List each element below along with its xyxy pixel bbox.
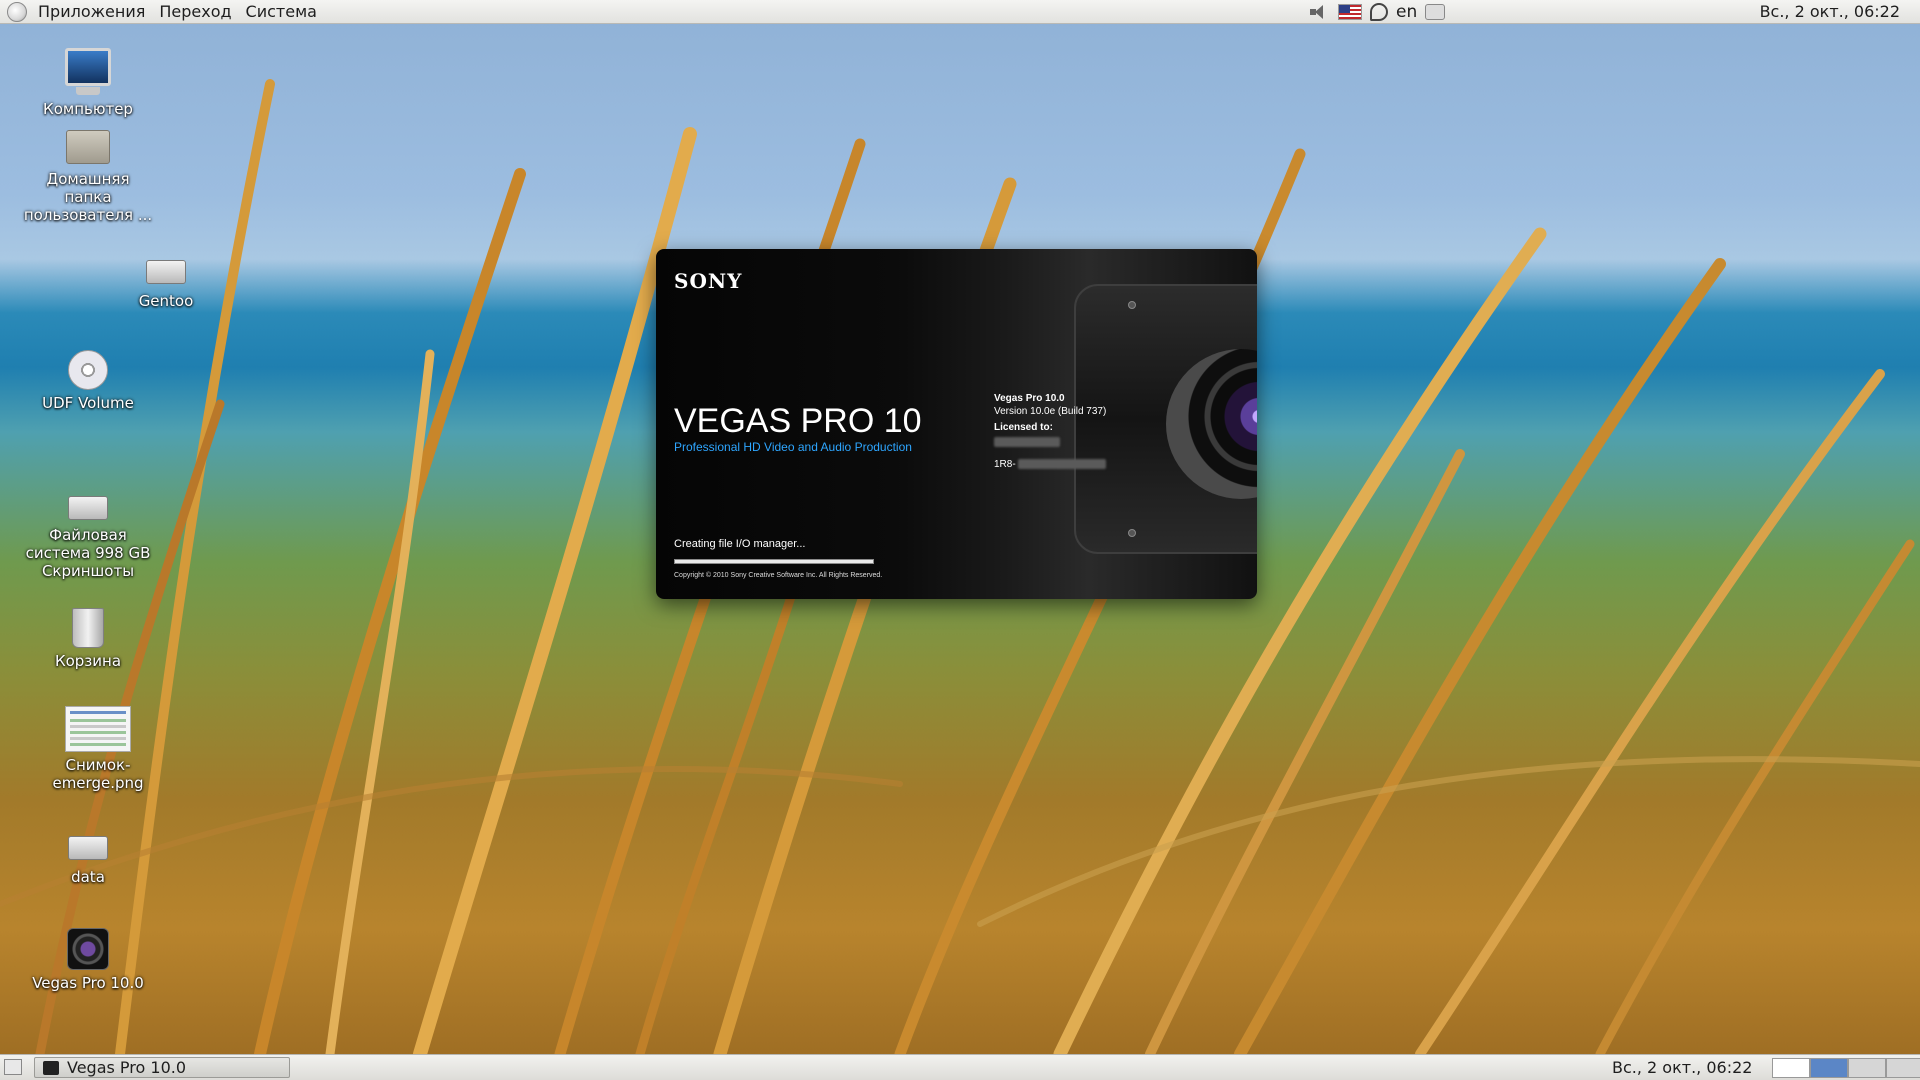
desktop-icon-label: Vegas Pro 10.0 <box>32 974 144 992</box>
desktop-icon-home[interactable]: Домашняя папка пользователя ... <box>8 130 168 224</box>
desktop-icon-label: Компьютер <box>43 100 133 118</box>
menu-places[interactable]: Переход <box>152 2 238 21</box>
drive-icon <box>68 836 108 860</box>
bottom-panel: Vegas Pro 10.0 Вс., 2 окт., 06:22 <box>0 1054 1920 1080</box>
desktop-icon-label: Gentoo <box>138 292 194 310</box>
desktop-icon-vegas[interactable]: Vegas Pro 10.0 <box>8 928 168 992</box>
licensed-label: Licensed to: <box>994 422 1053 433</box>
loading-status: Creating file I/O manager... <box>674 538 806 550</box>
printer-icon[interactable] <box>1425 4 1446 20</box>
info-version: Version 10.0e (Build 737) <box>994 406 1107 417</box>
desktop-icon-gentoo[interactable]: Gentoo <box>86 252 246 310</box>
desktop-icon-screenshot[interactable]: Снимок-emerge.png <box>18 706 178 792</box>
workspace-1[interactable] <box>1772 1058 1810 1078</box>
vegas-splash-screen: SONY VEGAS PRO 10 Professional HD Video … <box>656 249 1257 599</box>
gnome-foot-icon[interactable] <box>7 1 27 22</box>
workspace-4[interactable] <box>1886 1058 1920 1078</box>
taskbar-item-label: Vegas Pro 10.0 <box>67 1058 187 1077</box>
bottom-clock[interactable]: Вс., 2 окт., 06:22 <box>1612 1058 1752 1077</box>
sony-logo: SONY <box>674 269 743 293</box>
desktop-icon-computer[interactable]: Компьютер <box>8 48 168 118</box>
vegas-task-icon <box>43 1060 59 1075</box>
taskbar-item-vegas[interactable]: Vegas Pro 10.0 <box>34 1057 290 1078</box>
desktop-icon-label: Снимок-emerge.png <box>52 756 144 792</box>
show-desktop-icon[interactable] <box>4 1059 22 1075</box>
drive-icon <box>68 496 108 520</box>
desktop-icon-label: UDF Volume <box>42 394 134 412</box>
disc-icon <box>68 350 108 390</box>
desktop-icon-label: Домашняя папка пользователя ... <box>23 170 153 224</box>
loading-progress-fill <box>675 560 873 563</box>
menu-system[interactable]: Система <box>239 2 324 21</box>
drive-icon <box>146 260 186 284</box>
copyright-text: Copyright © 2010 Sony Creative Software … <box>674 572 883 579</box>
top-panel: Приложения Переход Система en Вс., 2 окт… <box>0 0 1920 24</box>
info-title: Vegas Pro 10.0 <box>994 393 1065 404</box>
desktop-icon-trash[interactable]: Корзина <box>8 608 168 670</box>
trash-icon <box>72 608 104 648</box>
license-info: Vegas Pro 10.0 Version 10.0e (Build 737)… <box>994 392 1107 471</box>
us-flag-icon[interactable] <box>1338 4 1362 20</box>
desktop-icon-label: data <box>71 868 105 886</box>
redacted-name <box>994 437 1060 448</box>
vegas-icon <box>67 928 109 970</box>
home-folder-icon <box>66 130 110 164</box>
menu-applications[interactable]: Приложения <box>31 2 152 21</box>
top-clock[interactable]: Вс., 2 окт., 06:22 <box>1760 2 1900 21</box>
desktop-icon-label: Корзина <box>54 652 122 670</box>
keyboard-layout-icon[interactable] <box>1370 3 1388 21</box>
workspace-2[interactable] <box>1810 1058 1848 1078</box>
computer-icon <box>65 48 111 95</box>
speaker-icon[interactable] <box>1308 3 1330 21</box>
redacted-serial <box>1018 459 1107 470</box>
serial-prefix: 1R8- <box>994 459 1016 470</box>
workspace-3[interactable] <box>1848 1058 1886 1078</box>
image-file-icon <box>65 706 131 752</box>
product-name: VEGAS PRO 10 <box>674 402 922 440</box>
top-menu: Приложения Переход Система <box>0 0 324 23</box>
screw-decoration <box>1128 301 1136 309</box>
desktop-icon-filesystem[interactable]: Файловая система 998 GB Скриншоты <box>8 488 168 580</box>
keyboard-language[interactable]: en <box>1396 2 1417 22</box>
product-subtitle: Professional HD Video and Audio Producti… <box>674 440 912 454</box>
system-tray: en <box>1308 0 1446 24</box>
screw-decoration <box>1128 529 1136 537</box>
loading-progress-bar <box>674 559 874 564</box>
desktop-icon-data[interactable]: data <box>8 828 168 886</box>
desktop-icon-label: Файловая система 998 GB Скриншоты <box>25 526 151 580</box>
desktop-icon-udf[interactable]: UDF Volume <box>8 350 168 412</box>
